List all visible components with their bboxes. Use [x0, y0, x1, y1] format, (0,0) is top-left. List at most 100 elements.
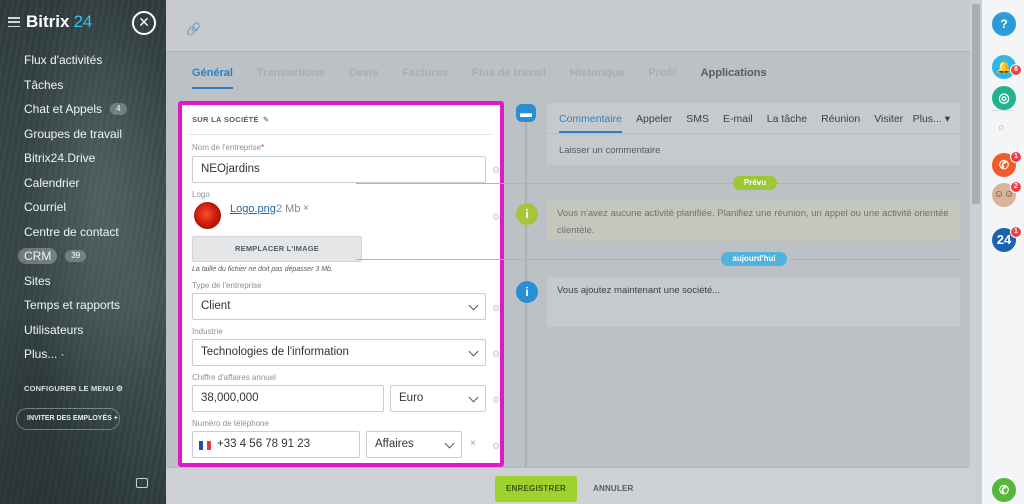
gear-icon[interactable]: ⚙ — [492, 303, 500, 314]
tab-task[interactable]: La tâche — [767, 113, 807, 133]
gear-icon[interactable]: ⚙ — [492, 212, 500, 223]
tab-meeting[interactable]: Réunion — [821, 113, 860, 133]
tab-history[interactable]: Historique — [570, 67, 624, 89]
france-flag-icon[interactable] — [199, 441, 211, 450]
menu-icon[interactable] — [8, 17, 20, 27]
activity-composer: Commentaire Appeler SMS E-mail La tâche … — [547, 103, 960, 165]
company-name-label: Nom de l'entreprise* — [192, 143, 264, 152]
sidebar-item-sites[interactable]: Sites — [24, 269, 164, 294]
sidebar-item-label: Temps et rapports — [24, 298, 121, 313]
sidebar-item-crm[interactable]: CRM 39 — [18, 244, 164, 269]
logo-text: Bitrix — [26, 12, 70, 31]
tab-visit[interactable]: Visiter — [874, 113, 903, 133]
activity-tabs: Commentaire Appeler SMS E-mail La tâche … — [559, 113, 917, 133]
phone-field[interactable]: +33 4 56 78 91 23 — [192, 431, 360, 458]
entity-tabs: Général Transactions Devis Factures Flux… — [192, 67, 791, 89]
revenue-field[interactable]: 38,000,000 — [192, 385, 384, 412]
currency-select[interactable]: Euro — [390, 385, 486, 412]
phone-type-value: Affaires — [375, 438, 414, 450]
industry-value: Technologies de l'information — [201, 346, 349, 358]
divider — [188, 134, 492, 135]
tab-sms[interactable]: SMS — [686, 113, 709, 133]
call-badge: 1 — [1010, 151, 1022, 163]
more-tabs-dropdown[interactable]: Plus... ▾ — [913, 113, 950, 125]
count-badge: 39 — [65, 250, 87, 263]
gear-icon[interactable]: ⚙ — [492, 165, 500, 176]
remove-phone-icon[interactable]: × — [470, 438, 476, 449]
tab-quotes[interactable]: Devis — [349, 67, 378, 89]
form-actions-bar: ENREGISTRER ANNULER — [166, 467, 970, 504]
divider — [547, 133, 960, 134]
close-icon[interactable]: ✕ — [132, 11, 156, 35]
scrollbar[interactable] — [970, 0, 982, 504]
sidebar-item-label: Courriel — [24, 200, 67, 215]
tab-profile[interactable]: Profil — [648, 67, 676, 89]
pencil-icon[interactable]: ✎ — [263, 115, 270, 124]
tab-transactions[interactable]: Transactions — [257, 67, 325, 89]
gear-icon[interactable]: ⚙ — [492, 349, 500, 360]
tab-workflows[interactable]: Flux de travail — [472, 67, 546, 89]
remove-logo-icon[interactable]: × — [303, 203, 309, 214]
cancel-button[interactable]: ANNULER — [593, 476, 634, 502]
tab-email[interactable]: E-mail — [723, 113, 753, 133]
sidebar-item-drive[interactable]: Bitrix24.Drive — [24, 146, 164, 171]
logo-file-size: 2 Mb — [276, 203, 301, 215]
printer-icon[interactable] — [136, 478, 148, 488]
sidebar-item-time-reports[interactable]: Temps et rapports — [24, 293, 164, 318]
invite-employees-button[interactable]: INVITER DES EMPLOYÉS + — [16, 408, 120, 430]
company-type-value: Client — [201, 300, 231, 312]
tab-invoices[interactable]: Factures — [402, 67, 448, 89]
company-name-field[interactable]: NEOjardins — [192, 156, 486, 183]
today-activity-notice: Vous ajoutez maintenant une société... — [547, 277, 960, 327]
company-type-select[interactable]: Client — [192, 293, 486, 320]
sidebar-item-tasks[interactable]: Tâches — [24, 73, 164, 98]
sidebar-item-label: Sites — [24, 273, 51, 288]
tab-call[interactable]: Appeler — [636, 113, 672, 133]
save-button[interactable]: ENREGISTRER — [495, 476, 577, 502]
planned-activity-notice: Vous n'avez aucune activité planifiée. P… — [547, 199, 960, 241]
tab-general[interactable]: Général — [192, 67, 233, 89]
sidebar-item-mail[interactable]: Courriel — [24, 195, 164, 220]
phone-type-select[interactable]: Affaires — [366, 431, 462, 458]
sidebar-item-more[interactable]: Plus... · — [24, 342, 164, 367]
caret-down-icon: ▾ — [944, 113, 950, 125]
tab-applications[interactable]: Applications — [701, 67, 767, 89]
comment-input[interactable]: Laisser un commentaire — [559, 145, 660, 156]
paperclip-icon[interactable]: 🔗 — [186, 22, 201, 36]
industry-select[interactable]: Technologies de l'information — [192, 339, 486, 366]
scrollbar-thumb[interactable] — [972, 4, 980, 204]
sidebar-item-chat[interactable]: Chat et Appels 4 — [24, 97, 164, 122]
timeline-separator — [356, 259, 960, 260]
comment-bubble-icon: ▬ — [516, 104, 536, 122]
right-toolbar: ? 🔔 8 ◎ ⌕ ✆ 1 ☺☺ 2 24 1 ✆ — [982, 0, 1024, 504]
logo-file-link[interactable]: Logo.png — [230, 203, 276, 215]
gear-icon: ⚙ — [116, 384, 124, 393]
logo[interactable]: Bitrix 24 — [8, 10, 92, 34]
industry-label: Industrie — [192, 327, 223, 336]
replace-image-button[interactable]: REMPLACER L'IMAGE — [192, 236, 362, 262]
revenue-label: Chiffre d'affaires annuel — [192, 373, 276, 382]
phone-call-icon[interactable]: ✆ — [992, 478, 1016, 502]
sidebar-item-users[interactable]: Utilisateurs — [24, 318, 164, 343]
sidebar-item-feed[interactable]: Flux d'activités — [24, 48, 164, 73]
today-pill: aujourd'hui — [721, 252, 787, 266]
sidebar-item-label: Tâches — [24, 77, 64, 92]
planned-pill: Prévu — [733, 176, 777, 190]
sidebar-item-label: Plus... · — [24, 347, 65, 362]
users-badge: 2 — [1010, 181, 1022, 193]
tab-comment[interactable]: Commentaire — [559, 113, 623, 133]
search-icon[interactable]: ⌕ — [998, 120, 1005, 135]
count-badge: 4 — [110, 103, 127, 116]
help-icon[interactable]: ? — [992, 12, 1016, 36]
sidebar-item-contact-center[interactable]: Centre de contact — [24, 220, 164, 245]
open-lines-icon[interactable]: ◎ — [992, 86, 1016, 110]
sidebar-item-calendar[interactable]: Calendrier — [24, 171, 164, 196]
gear-icon[interactable]: ⚙ — [492, 441, 500, 452]
sidebar-item-workgroups[interactable]: Groupes de travail — [24, 122, 164, 147]
configure-menu-link[interactable]: CONFIGURER LE MENU ⚙ — [24, 384, 123, 393]
company-logo-thumbnail[interactable] — [194, 202, 221, 229]
sidebar-item-label: Flux d'activités — [24, 53, 103, 68]
info-icon: i — [516, 203, 538, 225]
plus-icon: + — [113, 415, 118, 422]
gear-icon[interactable]: ⚙ — [492, 395, 500, 406]
